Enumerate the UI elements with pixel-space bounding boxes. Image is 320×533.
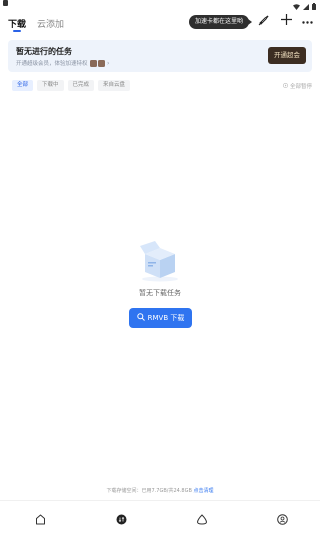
storage-text: 下载存储空间：已用7.7GB/共24.8GB: [106, 488, 192, 494]
add-task-button[interactable]: [279, 14, 293, 28]
home-icon: [35, 510, 46, 529]
rocket-button[interactable]: [256, 14, 270, 28]
filter-completed[interactable]: 已完成: [67, 80, 95, 91]
speedup-tooltip[interactable]: 加速卡都在这里哟: [189, 15, 253, 29]
banner-subtitle: 开通超级会员，体验加速特权 ›: [16, 59, 109, 67]
rmvb-download-button[interactable]: RMVB 下载: [129, 308, 192, 328]
status-bar: [0, 0, 320, 10]
open-vip-button[interactable]: 开通超会: [268, 47, 306, 64]
cloud-icon: [196, 510, 208, 529]
filter-chips: 全部 下载中 已完成 来自云盘: [12, 80, 131, 91]
vip-badge-icon-2: [98, 60, 106, 67]
banner-subtitle-text: 开通超级会员，体验加速特权: [16, 61, 88, 67]
pause-all-label: 全部暂停: [289, 84, 312, 90]
more-icon: [301, 16, 313, 27]
rmvb-download-label: RMVB 下载: [147, 314, 185, 322]
cleanup-link[interactable]: 点击清理: [193, 488, 213, 494]
rocket-icon: [257, 12, 269, 31]
transfer-icon: [116, 510, 127, 529]
filter-all[interactable]: 全部: [12, 80, 34, 91]
storage-info: 下载存储空间：已用7.7GB/共24.8GB 点击清理: [0, 487, 320, 494]
empty-box-illustration: [135, 240, 185, 282]
pause-all-button[interactable]: 全部暂停: [282, 82, 312, 90]
filter-downloading[interactable]: 下载中: [37, 80, 64, 91]
nav-cloud[interactable]: [196, 513, 208, 525]
plus-icon: [280, 14, 292, 28]
signal-icon: [303, 0, 309, 14]
vip-banner: 暂无进行的任务 开通超级会员，体验加速特权 › 开通超会: [8, 40, 312, 72]
search-icon: [136, 313, 145, 323]
bottom-nav: [0, 500, 320, 533]
nav-profile[interactable]: [276, 513, 288, 525]
banner-title: 暂无进行的任务: [16, 47, 72, 56]
tab-download[interactable]: 下载: [8, 17, 26, 30]
empty-message: 暂无下载任务: [139, 289, 181, 297]
notification-icon: [3, 0, 8, 6]
more-button[interactable]: [300, 14, 314, 28]
vip-badge-icon: [90, 60, 98, 67]
nav-home[interactable]: [34, 513, 46, 525]
chevron-right-icon: ›: [107, 60, 110, 67]
top-tabs: 下载 云添加: [0, 14, 320, 34]
profile-icon: [276, 510, 288, 529]
tab-active-indicator: [13, 30, 21, 32]
wifi-icon: [293, 0, 300, 14]
play-icon: [282, 82, 288, 90]
tab-cloud-add[interactable]: 云添加: [37, 17, 64, 30]
status-icons: [293, 0, 316, 10]
battery-icon: [312, 0, 316, 14]
filter-from-cloud[interactable]: 来自云盘: [98, 80, 131, 91]
nav-transfer[interactable]: [115, 513, 127, 525]
